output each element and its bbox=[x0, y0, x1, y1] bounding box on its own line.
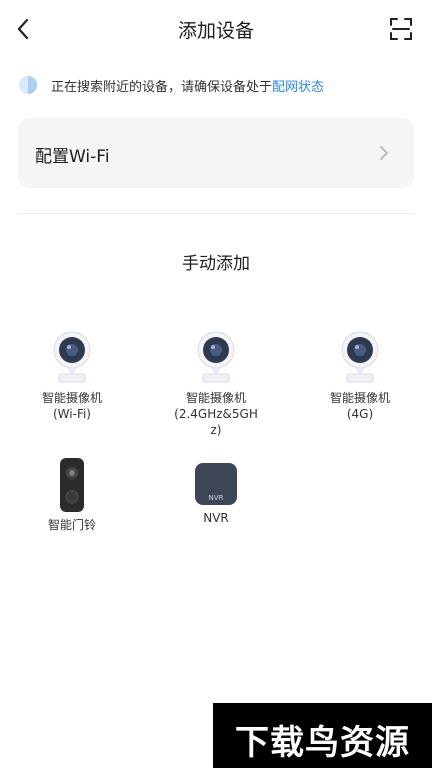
device-camera-wifi[interactable]: 智能摄像机 (Wi-Fi) bbox=[17, 330, 127, 422]
device-camera-4g[interactable]: 智能摄像机 (4G) bbox=[305, 330, 415, 422]
watermark-logo: 下载鸟资源 bbox=[213, 703, 432, 768]
device-name: 智能门铃 bbox=[47, 518, 96, 532]
camera-icon bbox=[341, 331, 379, 383]
doorbell-icon bbox=[60, 458, 84, 512]
camera-icon bbox=[53, 331, 91, 383]
chevron-right-icon bbox=[380, 146, 388, 160]
scan-icon bbox=[390, 18, 412, 40]
loading-spinner-icon bbox=[19, 76, 37, 94]
device-name: NVR bbox=[203, 511, 229, 525]
device-doorbell[interactable]: 智能门铃 bbox=[17, 457, 127, 533]
device-subtitle: (2.4GHz&5GH bbox=[174, 407, 258, 421]
device-camera-dual-band[interactable]: 智能摄像机 (2.4GHz&5GH z) bbox=[161, 330, 271, 438]
device-nvr[interactable]: NVR NVR bbox=[161, 462, 271, 526]
search-status: 正在搜索附近的设备，请确保设备处于 配网状态 bbox=[18, 74, 324, 96]
device-subtitle-line2: z) bbox=[210, 423, 222, 437]
network-mode-link[interactable]: 配网状态 bbox=[272, 76, 324, 95]
top-bar: 添加设备 bbox=[0, 0, 432, 58]
nvr-icon-label: NVR bbox=[209, 494, 224, 502]
watermark-text: 下载鸟资源 bbox=[235, 723, 410, 763]
search-hint-text: 正在搜索附近的设备，请确保设备处于 bbox=[51, 79, 273, 95]
device-subtitle: (4G) bbox=[346, 407, 374, 421]
nvr-icon: NVR bbox=[195, 463, 237, 505]
configure-wifi-label: 配置Wi-Fi bbox=[35, 147, 110, 167]
manual-add-title: 手动添加 bbox=[182, 254, 250, 274]
configure-wifi-item[interactable]: 配置Wi-Fi bbox=[18, 118, 414, 188]
scan-button[interactable] bbox=[388, 16, 414, 42]
page-title: 添加设备 bbox=[177, 20, 254, 42]
camera-icon bbox=[197, 331, 235, 383]
device-name: 智能摄像机 bbox=[185, 391, 246, 405]
divider bbox=[18, 213, 414, 214]
device-name: 智能摄像机 bbox=[329, 391, 390, 405]
device-subtitle: (Wi-Fi) bbox=[53, 407, 91, 421]
device-name: 智能摄像机 bbox=[41, 391, 102, 405]
